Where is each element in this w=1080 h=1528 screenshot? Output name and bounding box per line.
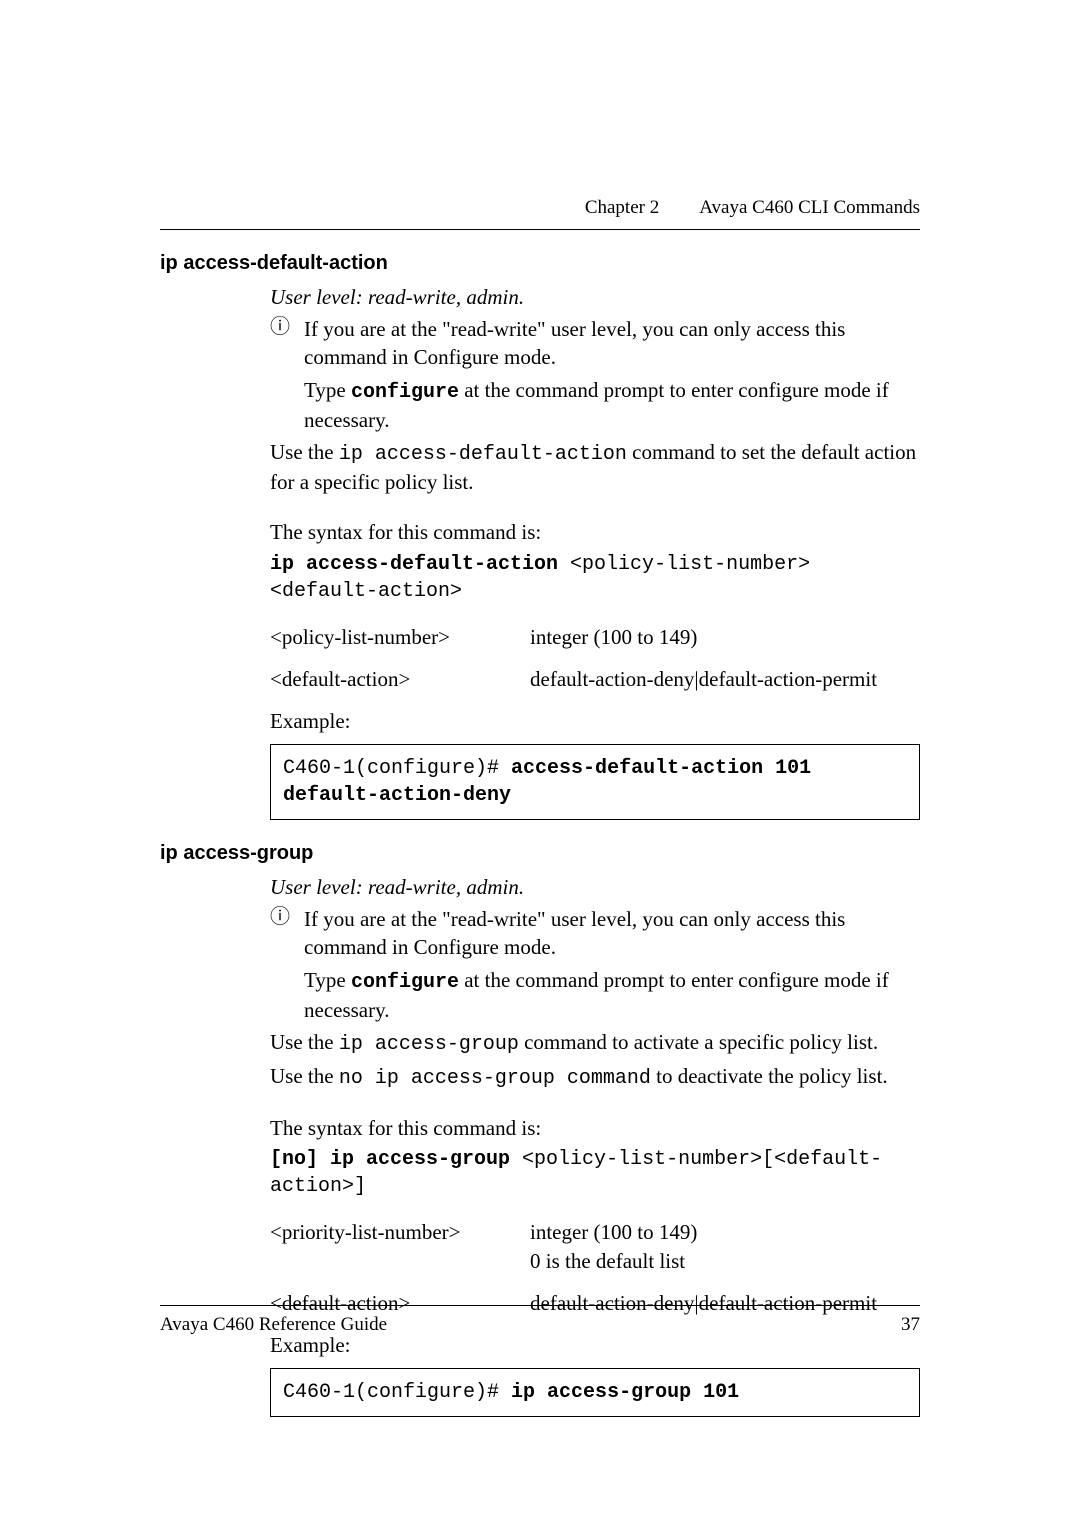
header-rule [160, 229, 920, 230]
note-text: If you are at the "read-write" user leve… [304, 315, 920, 372]
page-number: 37 [901, 1312, 920, 1338]
code-example: C460-1(configure)# access-default-action… [270, 744, 920, 820]
running-header: Chapter 2 Avaya C460 CLI Commands [160, 195, 920, 221]
info-icon: ⓘ [270, 315, 290, 337]
description: Use the ip access-group command to activ… [270, 1028, 920, 1058]
param-table: <policy-list-number> integer (100 to 149… [270, 623, 920, 694]
page-footer: Avaya C460 Reference Guide 37 [160, 1312, 920, 1338]
note-subline: Type configure at the command prompt to … [304, 966, 920, 1024]
section-heading: ip access-default-action [160, 250, 920, 277]
inline-code: ip access-group [339, 1033, 519, 1056]
param-val: default-action-deny|default-action-permi… [530, 665, 920, 693]
footer-doc-title: Avaya C460 Reference Guide [160, 1312, 387, 1338]
note-subline: Type configure at the command prompt to … [304, 376, 920, 434]
user-level: User level: read-write, admin. [270, 873, 920, 901]
param-val: integer (100 to 149) [530, 623, 920, 651]
param-val: integer (100 to 149) 0 is the default li… [530, 1218, 920, 1275]
description: Use the no ip access-group command to de… [270, 1062, 920, 1092]
table-row: <priority-list-number> integer (100 to 1… [270, 1218, 920, 1275]
chapter-label: Chapter 2 [585, 195, 659, 221]
syntax-label: The syntax for this command is: [270, 518, 920, 546]
inline-code: ip access-default-action [339, 443, 627, 466]
code-example: C460-1(configure)# ip access-group 101 [270, 1368, 920, 1417]
syntax-line: ip access-default-action <policy-list-nu… [270, 551, 920, 605]
section-heading: ip access-group [160, 840, 920, 867]
doc-title: Avaya C460 CLI Commands [699, 195, 920, 221]
table-row: <default-action> default-action-deny|def… [270, 665, 920, 693]
syntax-line: [no] ip access-group <policy-list-number… [270, 1146, 920, 1200]
user-level: User level: read-write, admin. [270, 283, 920, 311]
inline-code: no ip access-group command [339, 1067, 651, 1090]
info-icon: ⓘ [270, 905, 290, 927]
syntax-label: The syntax for this command is: [270, 1114, 920, 1142]
param-table: <priority-list-number> integer (100 to 1… [270, 1218, 920, 1317]
note-text: If you are at the "read-write" user leve… [304, 905, 920, 962]
param-key: <priority-list-number> [270, 1218, 530, 1275]
footer-rule [160, 1305, 920, 1306]
inline-code: configure [351, 971, 459, 994]
table-row: <policy-list-number> integer (100 to 149… [270, 623, 920, 651]
example-label: Example: [270, 707, 920, 735]
param-key: <default-action> [270, 665, 530, 693]
param-key: <policy-list-number> [270, 623, 530, 651]
inline-code: configure [351, 381, 459, 404]
description: Use the ip access-default-action command… [270, 438, 920, 496]
